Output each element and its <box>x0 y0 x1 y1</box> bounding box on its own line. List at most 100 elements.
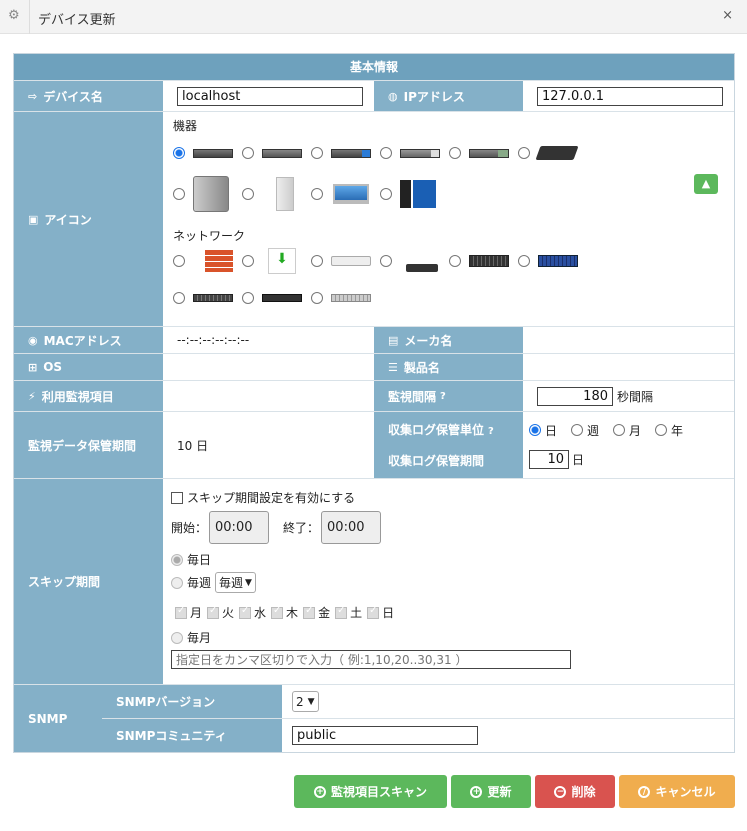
gear-icon: ⚙ <box>8 8 20 23</box>
icon-radio[interactable] <box>242 292 254 304</box>
skip-day-checkbox[interactable] <box>175 605 187 619</box>
icon-radio[interactable] <box>173 292 185 304</box>
log-unit-day-radio[interactable] <box>529 424 541 436</box>
skip-enable-label: スキップ期間設定を有効にする <box>187 491 356 505</box>
icon-radio[interactable] <box>242 188 254 200</box>
image-icon: ▣ <box>28 212 39 226</box>
icon-radio[interactable] <box>311 188 323 200</box>
ip-input[interactable] <box>537 86 723 106</box>
snmp-community-input[interactable] <box>292 726 478 745</box>
log-unit-month-radio[interactable] <box>613 424 626 436</box>
skip-day-checkbox[interactable] <box>271 605 284 619</box>
firewall-icon <box>205 250 233 272</box>
switch-dark-icon <box>262 294 302 302</box>
hub-icon <box>331 256 371 266</box>
mac-value: --:--:--:--:--:-- <box>177 333 250 347</box>
plus-circle-icon: + <box>470 785 483 798</box>
skip-daily-label: 毎日 <box>187 553 212 567</box>
icon-group-devices: 機器 <box>173 119 198 133</box>
skip-day-checkbox[interactable] <box>207 605 220 619</box>
icon-radio[interactable] <box>449 147 461 159</box>
skip-day-checkbox[interactable] <box>335 605 348 619</box>
skip-daily-radio[interactable] <box>171 553 183 566</box>
skip-day-checkbox[interactable] <box>303 605 316 619</box>
update-button[interactable]: + 更新 <box>451 775 531 808</box>
building-icon: ▤ <box>388 333 399 347</box>
icon-radio[interactable] <box>311 292 323 304</box>
skip-day-checkbox[interactable] <box>367 605 380 619</box>
log-period-label: 収集ログ保管期間 <box>388 454 485 468</box>
ban-icon: / <box>638 785 651 798</box>
chevron-down-icon: ▼ <box>245 577 252 588</box>
icon-radio[interactable] <box>242 147 254 159</box>
appliance-icon <box>535 146 579 160</box>
icon-radio[interactable] <box>518 147 530 159</box>
log-unit-week-radio[interactable] <box>571 424 584 436</box>
collapse-button[interactable]: ▲ <box>694 174 718 194</box>
title-bar: ⚙ デバイス更新 × <box>0 0 747 34</box>
skip-start-input[interactable]: 00:00 <box>209 511 270 544</box>
icon-radio[interactable] <box>173 188 185 200</box>
retention-label: 監視データ保管期間 <box>14 412 163 478</box>
skip-weekly-select[interactable]: 毎週 ▼ <box>215 572 256 593</box>
skip-day-checkbox[interactable] <box>239 605 252 619</box>
snmp-community-label: SNMPコミュニティ <box>102 719 282 752</box>
help-icon[interactable]: ? <box>440 391 446 402</box>
icon-radio[interactable] <box>518 255 530 267</box>
interval-input[interactable] <box>537 386 613 406</box>
snmp-version-select[interactable]: 2 ▼ <box>292 691 319 712</box>
cancel-button[interactable]: / キャンセル <box>619 775 735 808</box>
device-name-input[interactable] <box>177 86 363 106</box>
router-arrow-icon: ⬇ <box>268 248 296 274</box>
skip-monthly-label: 毎月 <box>187 631 212 645</box>
ip-label: ◍ IPアドレス <box>374 81 523 111</box>
window-title: デバイス更新 <box>38 13 116 28</box>
wifi-router-icon <box>406 264 438 272</box>
icon-radio[interactable] <box>311 147 323 159</box>
icon-radio[interactable] <box>311 255 323 267</box>
icon-radio[interactable] <box>242 255 254 267</box>
tower-server-icon <box>276 177 294 211</box>
log-unit-label: 収集ログ保管単位 <box>388 423 485 437</box>
skip-end-input[interactable]: 00:00 <box>321 511 382 544</box>
minus-circle-icon: − <box>554 785 567 798</box>
icon-radio[interactable] <box>449 255 461 267</box>
log-period-input[interactable] <box>529 449 569 469</box>
laptop-icon <box>333 184 369 204</box>
monitors-label: ⚡ 利用監視項目 <box>14 381 163 411</box>
icon-label: ▣ アイコン <box>14 112 163 326</box>
snmp-label: SNMP <box>14 685 102 752</box>
server-doc-icon <box>400 148 440 158</box>
icon-radio[interactable] <box>173 147 185 159</box>
device-name-label: ⇨ デバイス名 <box>14 81 163 111</box>
switch-small-icon <box>193 294 233 302</box>
icon-radio[interactable] <box>380 255 392 267</box>
nas-icon <box>193 176 229 212</box>
skip-monthly-radio[interactable] <box>171 631 183 644</box>
switch-black-icon <box>469 255 509 267</box>
interval-label: 監視間隔? <box>374 381 523 411</box>
delete-button[interactable]: − 削除 <box>535 775 615 808</box>
skip-weekly-radio[interactable] <box>171 576 183 589</box>
maker-label: ▤ メーカ名 <box>374 327 523 353</box>
close-button[interactable]: × <box>722 8 733 23</box>
log-unit-year-radio[interactable] <box>655 424 668 436</box>
skip-enable-checkbox[interactable] <box>171 491 183 504</box>
log-period-unit: 日 <box>572 452 585 467</box>
skip-label: スキップ期間 <box>14 479 163 684</box>
scan-button[interactable]: + 監視項目スキャン <box>294 775 447 808</box>
product-label: ☰ 製品名 <box>374 354 523 380</box>
log-labels: 収集ログ保管単位? 収集ログ保管期間 <box>374 412 523 478</box>
help-icon[interactable]: ? <box>488 426 494 437</box>
server-rack-icon <box>193 148 233 158</box>
icon-radio[interactable] <box>380 188 392 200</box>
skip-monthly-input[interactable] <box>171 650 571 669</box>
skip-start-label: 開始： <box>171 521 208 535</box>
icon-radio[interactable] <box>380 147 392 159</box>
desktop-pc-icon <box>400 180 436 208</box>
section-header: 基本情報 <box>14 54 734 80</box>
tag-icon: ⇨ <box>28 89 38 103</box>
list-icon: ☰ <box>388 360 398 374</box>
icon-radio[interactable] <box>173 255 185 267</box>
mac-label: ◉ MACアドレス <box>14 327 163 353</box>
